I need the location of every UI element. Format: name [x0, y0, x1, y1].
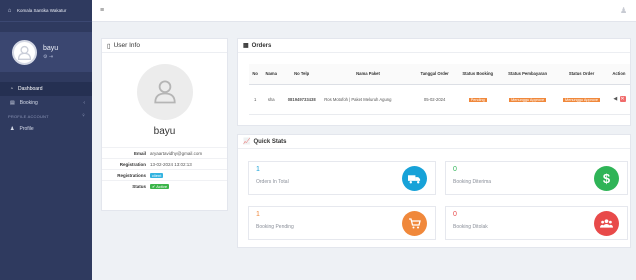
- brand[interactable]: ⌂ Komala Santika Wakatur: [0, 0, 92, 22]
- status-order-badge: Menunggu Approve: [563, 97, 600, 102]
- orders-table: No Nama No Telp Nama Paket Tanggal Order…: [249, 64, 630, 115]
- table-row: 1 sha 081949733438 Ros Motofoh | Paket M…: [249, 84, 630, 115]
- hamburger-menu-icon[interactable]: ≡: [100, 7, 104, 14]
- cell-tanggal: 05-02-2024: [413, 84, 456, 115]
- booking-icon: ▤: [10, 100, 15, 106]
- sidebar-item-label: Profile: [19, 126, 34, 132]
- delete-icon[interactable]: ✕: [619, 96, 626, 102]
- column-header: Action: [607, 64, 630, 85]
- sidebar-menu: ◔ Dashboard ▤ Booking ‹ PROFILE ACCOUNT …: [0, 82, 92, 136]
- orders-card: ▦ Orders No Nama No Telp Nama Paket Tang…: [237, 38, 631, 126]
- info-row: Registrations client: [102, 169, 227, 180]
- sidebar-item-dashboard[interactable]: ◔ Dashboard: [0, 82, 92, 96]
- stat-label: Booking Pending: [256, 224, 294, 230]
- column-header: Tanggal Order: [413, 64, 456, 85]
- stat-box-orders-total[interactable]: 1 Orders In Total: [248, 161, 436, 195]
- stat-label: Booking Ditolak: [453, 224, 488, 230]
- table-header-row: No Nama No Telp Nama Paket Tanggal Order…: [249, 64, 630, 85]
- megaphone-icon[interactable]: ◀: [612, 96, 618, 102]
- chart-icon: 📈: [243, 139, 251, 145]
- stat-box-booking-pending[interactable]: 1 Booking Pending: [248, 206, 436, 240]
- stat-value: 0: [453, 211, 457, 218]
- sidebar-user-panel: bayu ⚙ ⇥: [0, 32, 92, 72]
- info-value: aryaartavidhy@gmail.com: [150, 150, 203, 156]
- stat-label: Orders In Total: [256, 179, 289, 185]
- sidebar-item-booking[interactable]: ▤ Booking ‹: [0, 96, 92, 110]
- users-icon: [594, 211, 619, 236]
- info-row: Registration 13-02-2024 13:02:13: [102, 158, 227, 169]
- info-value: 13-02-2024 13:02:13: [150, 161, 192, 167]
- settings-icon[interactable]: ⚙: [43, 54, 47, 60]
- column-header: No: [249, 64, 262, 85]
- chevron-left-icon: ‹: [83, 100, 85, 106]
- brand-title: Komala Santika Wakatur: [17, 8, 67, 13]
- dollar-icon: $: [594, 166, 619, 191]
- user-silhouette-icon: [17, 45, 32, 60]
- sidebar-item-profile[interactable]: ♟ Profile: [0, 122, 92, 136]
- column-header: Nama: [261, 64, 282, 85]
- lightbulb-icon: ♀: [81, 113, 86, 119]
- stat-box-booking-diterima[interactable]: 0 Booking Diterima $: [445, 161, 628, 195]
- status-badge: ✔ Active: [150, 183, 170, 189]
- orders-icon: ▦: [243, 43, 249, 49]
- dashboard-icon: ◔: [10, 86, 14, 92]
- cell-no: 1: [249, 84, 262, 115]
- info-label: Email: [133, 150, 146, 156]
- profile-avatar: [137, 64, 193, 120]
- user-info-title: User Info: [113, 42, 140, 49]
- column-header: No Telp: [281, 64, 323, 85]
- sidebar-section-header: PROFILE ACCOUNT ♀: [0, 110, 92, 122]
- user-silhouette-icon: [154, 80, 176, 104]
- quick-stats-title: Quick Stats: [253, 138, 287, 145]
- role-badge: client: [150, 172, 164, 178]
- sidebar-item-label: Dashboard: [18, 86, 43, 92]
- stat-value: 0: [453, 166, 457, 173]
- logout-icon[interactable]: ⇥: [49, 54, 53, 60]
- quick-stats-card: 📈 Quick Stats 1 Orders In Total 0 Bookin…: [237, 134, 631, 248]
- cell-telp: 081949733438: [281, 84, 323, 115]
- column-header: Status Pembayaran: [500, 64, 556, 85]
- topbar: ≡ ♟: [92, 0, 636, 22]
- column-header: Nama Paket: [322, 64, 414, 85]
- column-header: Status Order: [555, 64, 608, 85]
- stat-value: 1: [256, 166, 260, 173]
- brand-logo-icon: ⌂: [7, 7, 12, 14]
- profile-name: bayu: [153, 126, 176, 137]
- document-icon: ▯: [107, 42, 111, 50]
- sidebar-header-label: PROFILE ACCOUNT: [8, 113, 49, 119]
- info-label: Status: [132, 183, 146, 189]
- sidebar: ⌂ Komala Santika Wakatur bayu ⚙ ⇥ ◔ Dash…: [0, 0, 92, 280]
- sidebar-username: bayu: [43, 44, 59, 52]
- user-info-card: ▯ User Info bayu Email aryaartavidhy@gma…: [101, 38, 228, 211]
- avatar: [12, 39, 37, 65]
- orders-title: Orders: [251, 42, 272, 49]
- user-menu-icon[interactable]: ♟: [620, 6, 630, 16]
- column-header: Status Booking: [455, 64, 501, 85]
- status-booking-badge: Pending: [468, 97, 487, 102]
- stat-box-booking-ditolak[interactable]: 0 Booking Ditolak: [445, 206, 628, 240]
- truck-icon: [402, 166, 427, 191]
- stat-label: Booking Diterima: [453, 179, 492, 185]
- stat-value: 1: [256, 211, 260, 218]
- cell-paket: Ros Motofoh | Paket Meluruh Agung: [322, 84, 414, 115]
- sidebar-item-label: Booking: [19, 100, 38, 106]
- cell-nama: sha: [261, 84, 282, 115]
- user-icon: ♟: [10, 126, 15, 132]
- info-label: Registrations: [117, 172, 146, 178]
- info-label: Registration: [119, 161, 146, 167]
- status-pembayaran-badge: Menunggu Approve: [509, 97, 547, 102]
- info-row: Email aryaartavidhy@gmail.com: [102, 147, 227, 158]
- info-row: Status ✔ Active: [102, 180, 227, 191]
- cart-icon: [402, 211, 427, 236]
